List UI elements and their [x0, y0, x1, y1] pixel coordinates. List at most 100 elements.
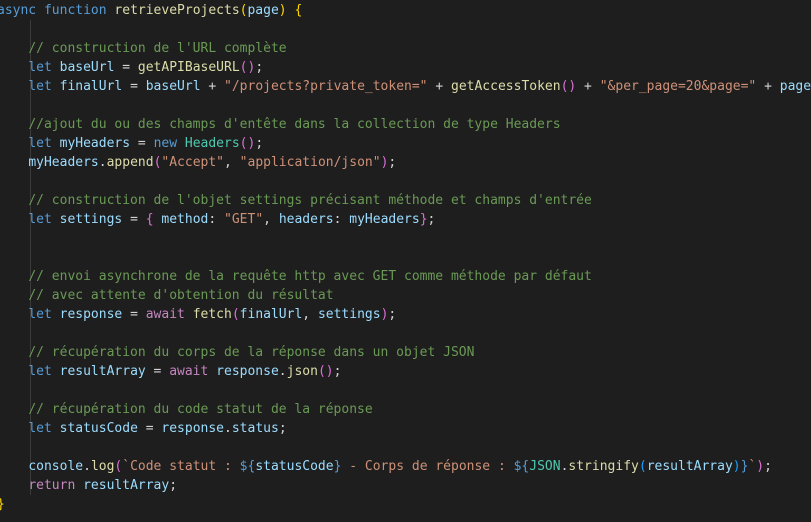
paren-close: ) [756, 459, 765, 474]
comment-url-construction: // construction de l'URL complète [28, 41, 287, 56]
method-stringify: stringify [568, 459, 639, 474]
operator: + [756, 79, 780, 94]
code-line-7: //ajout du ou des champs d'entête dans l… [0, 115, 811, 134]
code-line-13-empty [0, 229, 811, 248]
operator: = [122, 307, 146, 322]
method-log: log [90, 459, 115, 474]
comment-status-code: // récupération du code statut de la rép… [28, 402, 373, 417]
keyword-let: let [28, 136, 52, 151]
keyword-return: return [28, 478, 76, 493]
code-line-10-empty [0, 172, 811, 191]
variable-myheaders: myHeaders [349, 212, 420, 227]
dot: . [98, 155, 107, 170]
code-line-4: let baseUrl = getAPIBaseURL(); [0, 58, 811, 77]
string-projects-path: "/projects?private_token=" [224, 79, 428, 94]
semicolon: ; [333, 364, 342, 379]
dot: . [224, 421, 232, 436]
comment-settings: // construction de l'objet settings préc… [28, 193, 592, 208]
semicolon: ; [388, 155, 397, 170]
property-method: method [161, 212, 209, 227]
function-call-getaccesstoken: getAccessToken [451, 79, 561, 94]
semicolon: ; [278, 421, 287, 436]
keyword-let: let [28, 364, 52, 379]
operator: = [145, 364, 170, 379]
operator: + [200, 79, 225, 94]
variable-response: response [216, 364, 279, 379]
string-application-json: "application/json" [239, 155, 381, 170]
semicolon: ; [255, 136, 264, 151]
keyword-await: await [145, 307, 185, 322]
comma: , [224, 155, 240, 170]
variable-response: response [161, 421, 225, 436]
property-status: status [231, 421, 279, 436]
code-line-17: let response = await fetch(finalUrl, set… [0, 305, 811, 324]
variable-baseurl: baseUrl [145, 79, 201, 94]
code-line-22: // récupération du code statut de la rép… [0, 400, 811, 419]
keyword-let: let [28, 212, 52, 227]
code-lines: async function retrieveProjects(page) { … [0, 1, 811, 514]
code-line-9: myHeaders.append("Accept", "application/… [0, 153, 811, 172]
keyword-async: async [0, 3, 37, 18]
variable-resultarray: resultArray [83, 478, 170, 493]
operator: = [122, 79, 146, 94]
comment-await-result: // avec attente d'obtention du résultat [28, 288, 334, 303]
method-json: json [286, 364, 318, 379]
comma: , [302, 307, 318, 322]
template-literal-start: `Code statut : [122, 459, 240, 474]
code-line-15: // envoi asynchrone de la requête http a… [0, 267, 811, 286]
code-line-19: // récupération du corps de la réponse d… [0, 343, 811, 362]
code-line-27: } [0, 495, 811, 514]
operator: + [576, 79, 600, 94]
operator: = [114, 60, 138, 75]
semicolon: ; [169, 478, 178, 493]
semicolon: ; [255, 60, 264, 75]
comment-headers: //ajout du ou des champs d'entête dans l… [28, 117, 561, 132]
method-append: append [106, 155, 154, 170]
code-line-24-empty [0, 438, 811, 457]
param-page: page [247, 3, 279, 18]
variable-baseurl: baseUrl [59, 60, 115, 75]
string-get: "GET" [224, 212, 264, 227]
code-line-11: // construction de l'objet settings préc… [0, 191, 811, 210]
variable-finalurl: finalUrl [59, 79, 123, 94]
operator: + [427, 79, 451, 94]
keyword-await: await [169, 364, 209, 379]
function-call-fetch: fetch [192, 307, 232, 322]
code-line-20: let resultArray = await response.json(); [0, 362, 811, 381]
string-accept: "Accept" [161, 155, 225, 170]
code-line-5: let finalUrl = baseUrl + "/projects?priv… [0, 77, 811, 96]
brace-open: { [294, 3, 303, 18]
dot: . [278, 364, 287, 379]
keyword-let: let [28, 60, 52, 75]
paren-close: ) [732, 459, 741, 474]
variable-resultarray: resultArray [59, 364, 146, 379]
string-per-page: "&per_page=20&page=" [599, 79, 757, 94]
code-editor[interactable]: async function retrieveProjects(page) { … [0, 0, 811, 522]
code-line-12: let settings = { method: "GET", headers:… [0, 210, 811, 229]
keyword-function: function [43, 3, 107, 18]
call-parens: () [239, 136, 256, 151]
object-json: JSON [529, 459, 561, 474]
call-parens: () [239, 60, 256, 75]
colon: : [208, 212, 225, 227]
property-headers: headers [278, 212, 334, 227]
placeholder-open: ${ [239, 459, 256, 474]
